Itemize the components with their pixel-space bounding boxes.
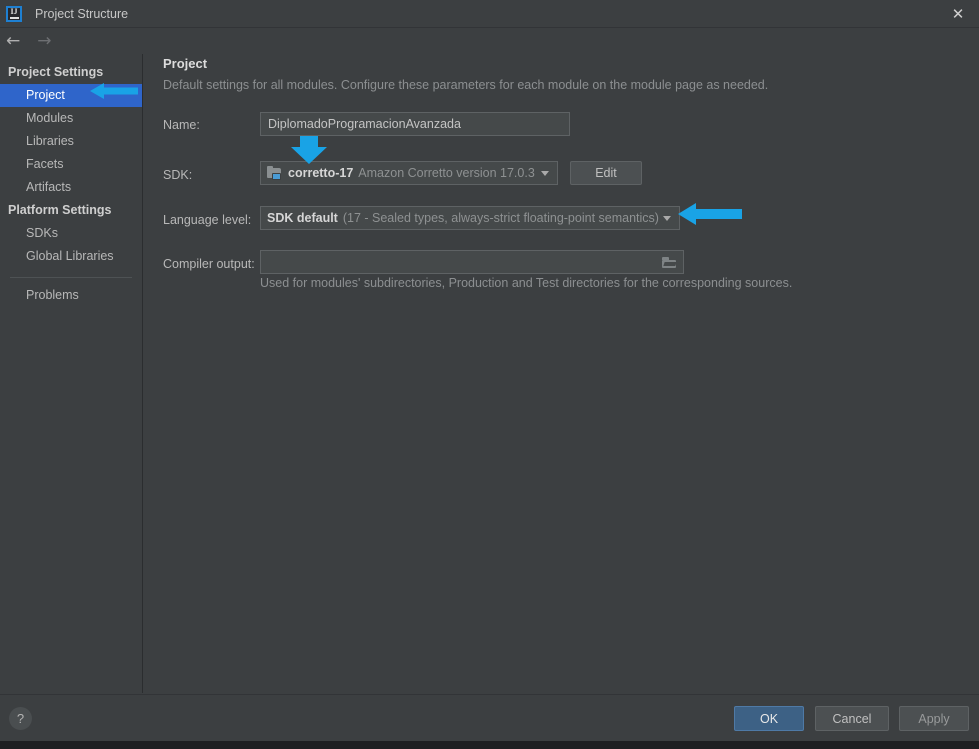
sidebar-item-label: SDKs xyxy=(26,226,58,240)
sidebar-item-label: Artifacts xyxy=(26,180,72,194)
sidebar-item-label: Facets xyxy=(26,157,64,171)
main-content: Project Default settings for all modules… xyxy=(144,54,979,693)
sidebar-item-project[interactable]: Project xyxy=(0,84,142,107)
language-level-dropdown[interactable]: SDK default (17 - Sealed types, always-s… xyxy=(260,206,680,230)
name-input-value: DiplomadoProgramacionAvanzada xyxy=(268,117,461,131)
sdk-value-primary: corretto-17 xyxy=(288,166,354,180)
help-button[interactable]: ? xyxy=(9,707,32,730)
sidebar-divider xyxy=(10,277,132,278)
project-structure-dialog: IJ Project Structure ✕ ← → Project Setti… xyxy=(0,0,979,749)
window-title: Project Structure xyxy=(35,6,129,21)
chevron-down-icon xyxy=(541,170,549,176)
sidebar-item-artifacts[interactable]: Artifacts xyxy=(0,176,142,199)
page-description: Default settings for all modules. Config… xyxy=(163,78,769,92)
name-label: Name: xyxy=(163,118,200,132)
sidebar-item-modules[interactable]: Modules xyxy=(0,107,142,130)
compiler-output-label: Compiler output: xyxy=(163,257,255,271)
sidebar-item-global-libraries[interactable]: Global Libraries xyxy=(0,245,142,268)
sdk-label: SDK: xyxy=(163,168,193,182)
edit-sdk-button[interactable]: Edit xyxy=(570,161,642,185)
navigation-bar: ← → xyxy=(0,27,979,54)
sidebar-item-libraries[interactable]: Libraries xyxy=(0,130,142,153)
arrow-right-icon[interactable]: → xyxy=(37,32,51,50)
apply-button[interactable]: Apply xyxy=(899,706,969,731)
sidebar-item-label: Problems xyxy=(26,288,79,302)
sidebar-item-label: Modules xyxy=(26,111,74,125)
sidebar-item-sdks[interactable]: SDKs xyxy=(0,222,142,245)
sdk-value-secondary: Amazon Corretto version 17.0.3 xyxy=(358,166,535,180)
title-bar: IJ Project Structure ✕ xyxy=(0,0,979,27)
ok-button[interactable]: OK xyxy=(734,706,804,731)
sidebar-item-label: Project xyxy=(26,88,65,102)
sidebar-item-facets[interactable]: Facets xyxy=(0,153,142,176)
language-level-label: Language level: xyxy=(163,213,252,227)
sdk-folder-icon xyxy=(267,165,282,180)
desktop-taskbar xyxy=(0,741,979,749)
language-level-value-secondary: (17 - Sealed types, always-strict floati… xyxy=(342,211,659,225)
page-title: Project xyxy=(163,56,208,71)
sidebar: Project Settings Project Modules Librari… xyxy=(0,54,143,693)
sdk-dropdown[interactable]: corretto-17 Amazon Corretto version 17.0… xyxy=(260,161,558,185)
arrow-left-icon[interactable]: ← xyxy=(6,32,20,50)
sidebar-item-label: Libraries xyxy=(26,134,74,148)
sidebar-group-platform-settings: Platform Settings xyxy=(8,203,112,217)
compiler-output-input[interactable] xyxy=(260,250,684,274)
name-input[interactable]: DiplomadoProgramacionAvanzada xyxy=(260,112,570,136)
compiler-output-hint: Used for modules' subdirectories, Produc… xyxy=(260,276,793,290)
folder-browse-icon[interactable] xyxy=(662,257,677,268)
language-level-value-primary: SDK default xyxy=(267,211,338,225)
close-icon[interactable]: ✕ xyxy=(937,0,979,27)
sidebar-group-project-settings: Project Settings xyxy=(8,65,104,79)
chevron-down-icon xyxy=(663,215,671,221)
dialog-footer: ? OK Cancel Apply xyxy=(0,694,979,741)
sidebar-item-label: Global Libraries xyxy=(26,249,114,263)
cancel-button[interactable]: Cancel xyxy=(815,706,889,731)
sidebar-item-problems[interactable]: Problems xyxy=(0,284,142,307)
intellij-idea-icon: IJ xyxy=(6,5,22,22)
